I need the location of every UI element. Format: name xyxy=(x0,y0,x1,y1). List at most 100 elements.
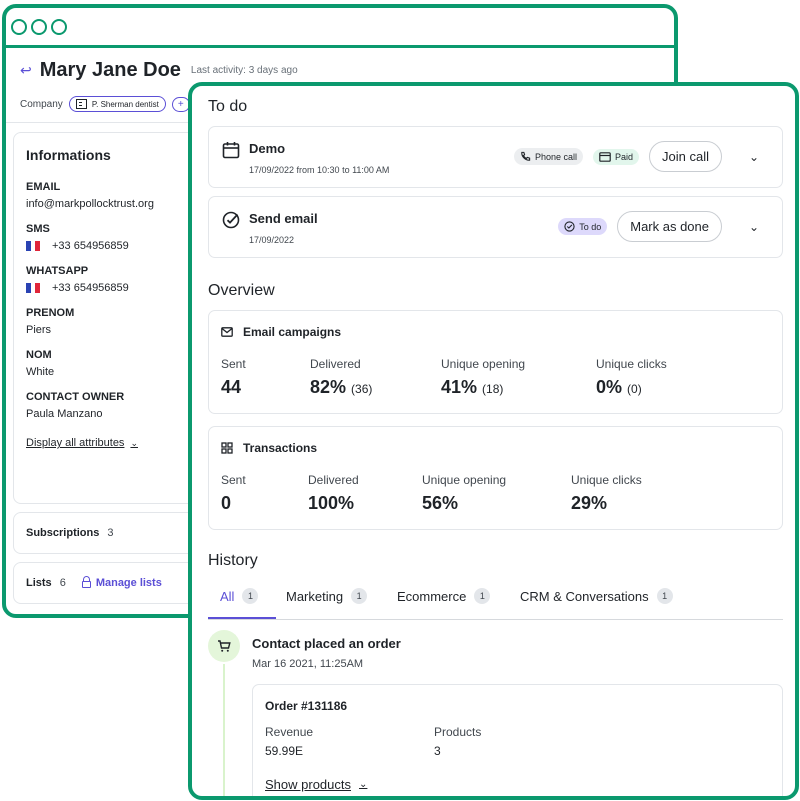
tag-phone-call: Phone call xyxy=(513,148,584,165)
overview-title: Overview xyxy=(208,282,275,299)
stat-unique-opening: Unique opening 56% xyxy=(422,473,506,514)
order-revenue: Revenue 59.99E xyxy=(265,725,313,758)
company-chip[interactable]: P. Sherman dentist xyxy=(68,96,166,112)
tab-count-badge: 1 xyxy=(474,588,491,604)
join-call-button[interactable]: Join call xyxy=(649,141,722,172)
window-control-dot[interactable] xyxy=(51,18,67,35)
chevron-down-icon: ⌄ xyxy=(130,437,138,448)
attribute-label: EMAIL xyxy=(26,181,61,193)
attribute-email: EMAIL info@markpollocktrust.org xyxy=(26,181,200,210)
attribute-contact-owner: CONTACT OWNER Paula Manzano xyxy=(26,391,200,420)
todo-date: 17/09/2022 xyxy=(249,235,295,245)
stat-unique-clicks: Unique clicks 29% xyxy=(571,473,642,514)
mark-as-done-button[interactable]: Mark as done xyxy=(617,211,722,242)
attribute-value: +33 654956859 xyxy=(52,282,129,294)
stat-unique-clicks: Unique clicks 0% (0) xyxy=(596,357,667,398)
stat-sub: (18) xyxy=(482,382,504,396)
stat-value: 29% xyxy=(571,493,608,513)
stat-value: 0% xyxy=(596,377,623,397)
manage-lists-link[interactable]: Manage lists xyxy=(81,576,162,589)
stat-label: Unique opening xyxy=(441,357,526,371)
tab-count-badge: 1 xyxy=(242,588,259,604)
order-value: 3 xyxy=(434,744,441,758)
attribute-value: Paula Manzano xyxy=(26,408,103,420)
attribute-label: WHATSAPP xyxy=(26,265,89,277)
envelope-icon xyxy=(221,327,233,337)
subscriptions-label: Subscriptions xyxy=(26,527,100,539)
tab-label: Marketing xyxy=(286,588,344,604)
email-campaigns-title: Email campaigns xyxy=(243,325,342,339)
display-all-label: Display all attributes xyxy=(26,437,125,449)
attribute-whatsapp: WHATSAPP +33 654956859 xyxy=(26,265,200,294)
todo-item-demo: Demo 17/09/2022 from 10:30 to 11:00 AM P… xyxy=(208,126,783,188)
stat-value: 44 xyxy=(221,377,242,397)
event-title: Contact placed an order xyxy=(252,636,401,651)
lock-icon xyxy=(81,576,91,588)
attribute-value: Piers xyxy=(26,324,52,336)
order-title: Order #131186 xyxy=(265,699,348,713)
window-control-dot[interactable] xyxy=(11,18,27,35)
todo-name: Send email xyxy=(249,211,318,226)
chevron-down-icon[interactable]: ⌄ xyxy=(744,220,764,234)
tab-label: All xyxy=(220,588,235,604)
tab-count-badge: 1 xyxy=(351,588,368,604)
order-products: Products 3 xyxy=(434,725,481,758)
check-circle-icon xyxy=(222,211,240,229)
stat-delivered: Delivered 100% xyxy=(308,473,359,514)
attribute-label: NOM xyxy=(26,349,52,361)
stat-label: Sent xyxy=(221,357,246,371)
tab-all[interactable]: All 1 xyxy=(220,588,259,604)
order-card: Order #131186 Revenue 59.99E Products 3 … xyxy=(252,684,783,796)
lists-count: 6 xyxy=(59,577,66,589)
show-products-link[interactable]: Show products ⌄ xyxy=(265,777,367,792)
company-chip-label: P. Sherman dentist xyxy=(91,99,159,109)
subscriptions-count: 3 xyxy=(107,527,114,539)
window-titlebar xyxy=(6,8,674,48)
todo-item-send-email: Send email 17/09/2022 To do Mark as done… xyxy=(208,196,783,258)
back-arrow-icon[interactable]: ↩ xyxy=(20,62,32,79)
window-control-dot[interactable] xyxy=(31,18,47,35)
tab-crm-conversations[interactable]: CRM & Conversations 1 xyxy=(520,588,673,604)
lists-label: Lists xyxy=(26,577,52,589)
timeline-line xyxy=(223,664,225,796)
stat-value: 56% xyxy=(422,493,459,513)
building-icon xyxy=(75,99,87,109)
company-label: Company xyxy=(20,98,63,110)
event-time: Mar 16 2021, 11:25AM xyxy=(252,658,364,670)
tab-label: CRM & Conversations xyxy=(520,588,649,604)
history-title: History xyxy=(208,552,258,569)
transactions-card: Transactions Sent 0 Delivered 100% Uniqu… xyxy=(208,426,783,530)
stat-label: Delivered xyxy=(310,357,361,371)
stat-label: Delivered xyxy=(308,473,359,487)
stat-sent: Sent 44 xyxy=(221,357,246,398)
chevron-down-icon[interactable]: ⌄ xyxy=(744,150,764,164)
subscriptions-card[interactable]: Subscriptions 3 xyxy=(13,512,213,554)
calendar-icon xyxy=(222,142,240,159)
tab-ecommerce[interactable]: Ecommerce 1 xyxy=(397,588,491,604)
stat-label: Unique clicks xyxy=(571,473,642,487)
activity-window: To do Demo 17/09/2022 from 10:30 to 11:0… xyxy=(188,82,799,800)
phone-icon xyxy=(521,151,531,161)
manage-lists-label: Manage lists xyxy=(95,577,162,589)
email-campaigns-card: Email campaigns Sent 44 Delivered 82% (3… xyxy=(208,310,783,414)
display-all-attributes-link[interactable]: Display all attributes ⌄ xyxy=(26,437,138,449)
chevron-down-icon: ⌄ xyxy=(359,779,368,790)
tag-label: Paid xyxy=(615,151,634,162)
tag-label: Phone call xyxy=(534,151,578,162)
france-flag-icon xyxy=(26,241,41,251)
active-tab-indicator xyxy=(208,617,276,619)
attribute-label: SMS xyxy=(26,223,50,235)
order-label: Products xyxy=(434,725,482,739)
attribute-sms: SMS +33 654956859 xyxy=(26,223,200,252)
attribute-value: info@markpollocktrust.org xyxy=(26,198,154,210)
todo-title: To do xyxy=(208,98,248,115)
tab-marketing[interactable]: Marketing 1 xyxy=(286,588,368,604)
contact-name: Mary Jane Doe xyxy=(39,58,181,81)
informations-card: Informations EMAIL info@markpollocktrust… xyxy=(13,132,213,504)
stat-value: 100% xyxy=(308,493,355,513)
todo-date: 17/09/2022 from 10:30 to 11:00 AM xyxy=(249,165,390,175)
stat-label: Unique opening xyxy=(422,473,507,487)
stat-value: 82% xyxy=(310,377,347,397)
todo-name: Demo xyxy=(249,141,286,156)
shopping-cart-icon xyxy=(218,640,231,652)
